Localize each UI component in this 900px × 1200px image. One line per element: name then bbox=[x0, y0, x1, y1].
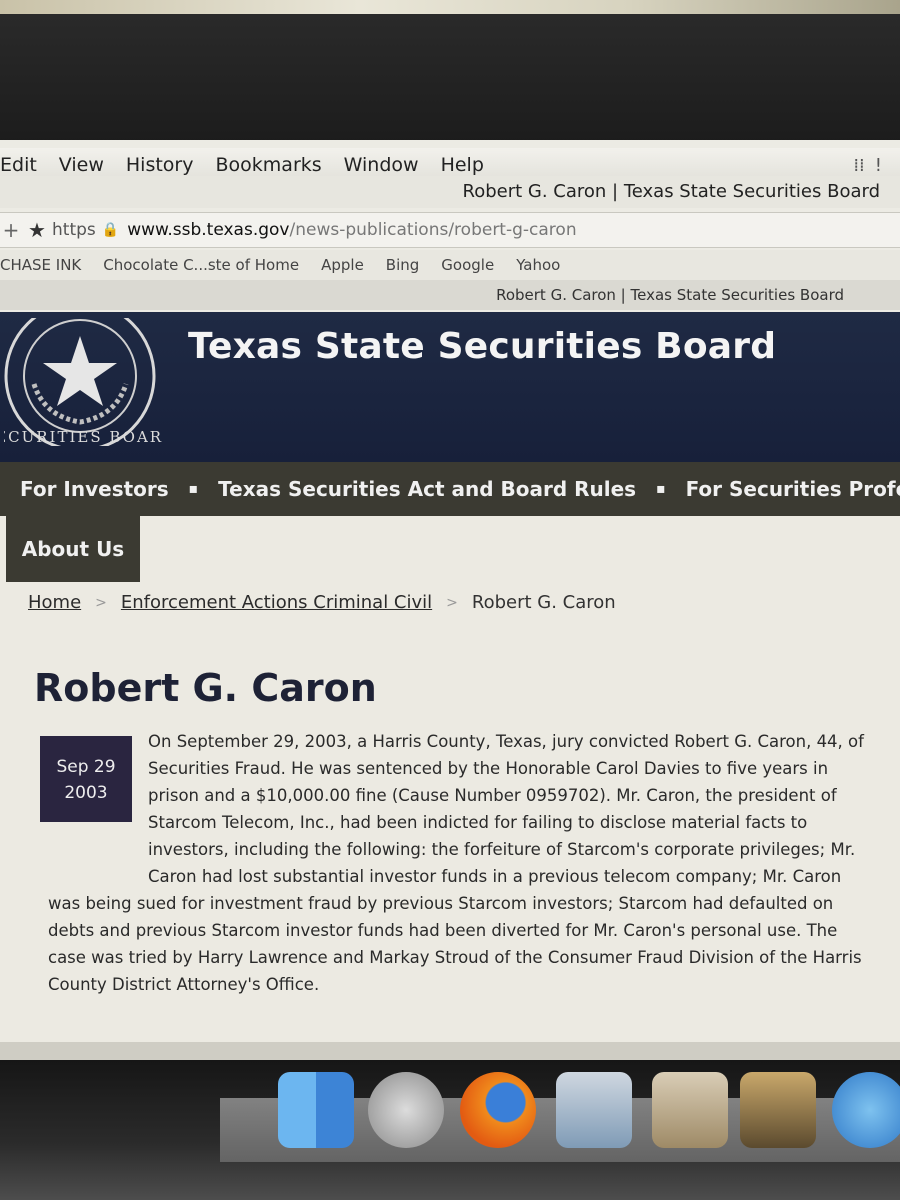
nav-for-investors[interactable]: For Investors bbox=[0, 477, 169, 501]
bookmark-apple[interactable]: Apple bbox=[321, 256, 364, 274]
badge-spacer bbox=[48, 726, 148, 876]
url-scheme: https bbox=[52, 220, 96, 240]
bookmark-yahoo[interactable]: Yahoo bbox=[516, 256, 560, 274]
breadcrumb-separator: > bbox=[446, 594, 458, 611]
article-body: On September 29, 2003, a Harris County, … bbox=[48, 732, 864, 994]
bookmarks-bar: CHASE INK Chocolate C...ste of Home Appl… bbox=[0, 250, 900, 280]
firefox-icon[interactable] bbox=[460, 1072, 536, 1148]
bookmark-google[interactable]: Google bbox=[441, 256, 494, 274]
menu-bookmarks[interactable]: Bookmarks bbox=[206, 154, 334, 176]
exclamation-icon[interactable]: ! bbox=[875, 155, 882, 176]
new-tab-icon[interactable]: + bbox=[0, 218, 22, 242]
dots-icon[interactable]: ⁞⁞ bbox=[853, 155, 864, 176]
menu-edit[interactable]: Edit bbox=[0, 154, 49, 176]
nav-separator: ▪ bbox=[188, 481, 199, 497]
menu-window[interactable]: Window bbox=[334, 154, 431, 176]
launchpad-icon[interactable] bbox=[368, 1072, 444, 1148]
tab-active[interactable]: Robert G. Caron | Texas State Securities… bbox=[0, 280, 900, 310]
page-title: Robert G. Caron bbox=[34, 666, 377, 710]
screen: Edit View History Bookmarks Window Help … bbox=[0, 140, 900, 1060]
address-bar[interactable]: + ★ https 🔒 www.ssb.texas.gov /news-publ… bbox=[0, 212, 900, 248]
url-path: /news-publications/robert-g-caron bbox=[289, 220, 577, 240]
monitor-bezel bbox=[0, 14, 900, 154]
nav-separator: ▪ bbox=[656, 481, 666, 497]
network-icon[interactable] bbox=[556, 1072, 632, 1148]
breadcrumb-enforcement[interactable]: Enforcement Actions Criminal Civil bbox=[121, 592, 432, 613]
breadcrumb-current: Robert G. Caron bbox=[471, 592, 616, 613]
nav-about-us[interactable]: About Us bbox=[6, 516, 140, 582]
bookmark-chocolate[interactable]: Chocolate C...ste of Home bbox=[103, 256, 299, 274]
finder-icon[interactable] bbox=[278, 1072, 354, 1148]
securities-board-seal-icon[interactable]: SECURITIES BOARD bbox=[4, 318, 162, 446]
main-nav: For Investors ▪ Texas Securities Act and… bbox=[0, 462, 900, 516]
screen-bottom-edge bbox=[0, 1042, 900, 1060]
site-header: SECURITIES BOARD Texas State Securities … bbox=[0, 312, 900, 462]
photo-booth-icon[interactable] bbox=[740, 1072, 816, 1148]
preview-icon[interactable] bbox=[652, 1072, 728, 1148]
svg-text:SECURITIES BOARD: SECURITIES BOARD bbox=[4, 428, 162, 446]
menu-view[interactable]: View bbox=[49, 154, 116, 176]
nav-for-professionals[interactable]: For Securities Professio bbox=[666, 477, 900, 501]
bookmark-chase-ink[interactable]: CHASE INK bbox=[0, 256, 81, 274]
window-title: Robert G. Caron | Texas State Securities… bbox=[0, 176, 900, 208]
bookmark-star-icon[interactable]: ★ bbox=[22, 218, 52, 242]
bookmark-bing[interactable]: Bing bbox=[386, 256, 420, 274]
nav-securities-act[interactable]: Texas Securities Act and Board Rules bbox=[198, 477, 636, 501]
breadcrumb-separator: > bbox=[95, 594, 107, 611]
breadcrumb: Home > Enforcement Actions Criminal Civi… bbox=[28, 592, 616, 613]
lock-icon: 🔒 bbox=[101, 222, 120, 238]
menu-help[interactable]: Help bbox=[431, 154, 496, 176]
safari-icon[interactable] bbox=[832, 1072, 900, 1148]
menu-history[interactable]: History bbox=[116, 154, 206, 176]
url-host: www.ssb.texas.gov bbox=[127, 220, 290, 240]
menu-status-icons: ⁞⁞ ! bbox=[853, 155, 900, 176]
site-title[interactable]: Texas State Securities Board bbox=[188, 326, 776, 367]
article-body-container: On September 29, 2003, a Harris County, … bbox=[48, 728, 868, 998]
breadcrumb-home[interactable]: Home bbox=[28, 592, 81, 613]
